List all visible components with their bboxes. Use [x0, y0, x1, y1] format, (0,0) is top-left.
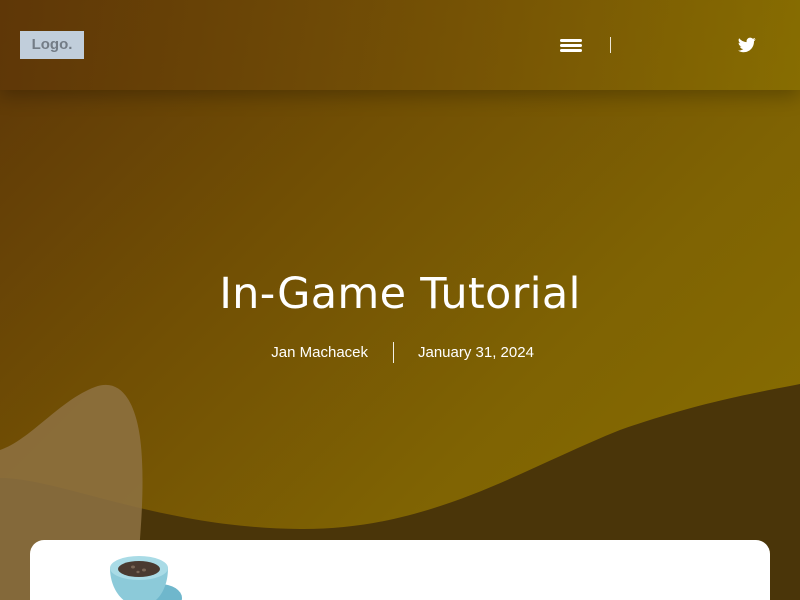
post-meta: Jan Machacek January 31, 2024 [0, 342, 800, 364]
content-card [30, 540, 770, 600]
menu-bar-bottom [560, 49, 582, 52]
meta-divider [393, 342, 394, 363]
hamburger-menu-icon[interactable] [558, 35, 584, 55]
site-header: Logo. [0, 0, 800, 90]
header-divider [610, 37, 611, 53]
post-date: January 31, 2024 [418, 344, 534, 361]
menu-bar-top [560, 39, 582, 42]
twitter-icon[interactable] [738, 37, 756, 53]
page-title: In-Game Tutorial [219, 269, 581, 319]
coffee-cup-illustration [110, 556, 182, 600]
author-link[interactable]: Jan Machacek [271, 342, 368, 364]
page: Logo. In-Game Tutorial Jan Machacek Janu… [0, 0, 800, 600]
twitter-bird-icon [738, 37, 756, 53]
menu-bar-middle [560, 44, 582, 47]
logo[interactable]: Logo. [20, 31, 84, 59]
